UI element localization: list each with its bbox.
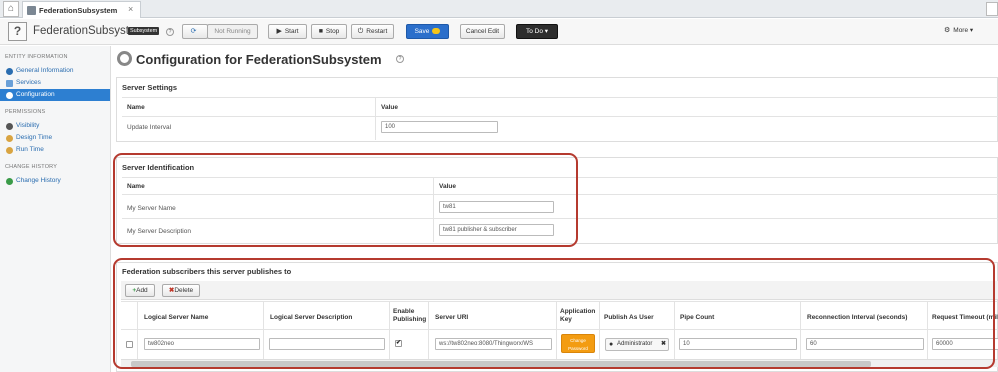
highlight-annotation — [113, 153, 578, 247]
state-indicator: Not Running — [207, 24, 258, 39]
sidebar-item-visibility[interactable]: Visibility — [0, 120, 110, 132]
restart-button[interactable]: ⏻ Restart — [351, 24, 394, 39]
gear-icon: ⚙ — [944, 27, 951, 34]
more-menu-button[interactable]: ⚙ More ▾ — [944, 24, 984, 39]
sidebar-item-label: General Information — [16, 67, 74, 74]
info-icon — [6, 68, 13, 75]
sidebar-item-services[interactable]: Services — [0, 77, 110, 89]
column-header-name: Name — [127, 104, 145, 111]
entity-info-header: ENTITY INFORMATION — [5, 54, 68, 60]
gear-icon — [117, 51, 132, 66]
tab-close-icon[interactable]: × — [128, 4, 133, 14]
divider — [122, 97, 998, 98]
divider — [122, 116, 998, 117]
todo-label: To Do — [525, 28, 543, 35]
help-icon[interactable]: ? — [396, 55, 404, 63]
save-label: Save — [414, 28, 430, 35]
help-icon[interactable]: ? — [166, 28, 174, 36]
update-interval-input[interactable]: 100 — [381, 121, 498, 133]
setting-name: Update Interval — [127, 124, 172, 131]
sidebar-item-label: Services — [16, 79, 41, 86]
sidebar-item-general-information[interactable]: General Information — [0, 65, 110, 77]
user-lock-icon — [6, 147, 13, 154]
column-header-value: Value — [381, 104, 398, 111]
entity-toolbar: ? FederationSubsystem Subsystem ? ⟳ Not … — [0, 19, 998, 45]
refresh-icon: ⟳ — [190, 28, 197, 35]
divider — [375, 98, 376, 140]
tab-federation-subsystem[interactable]: FederationSubsystem × — [22, 1, 141, 18]
comment-icon — [432, 28, 441, 35]
play-icon: ▶ — [276, 28, 282, 35]
stop-label: Stop — [325, 28, 340, 35]
cancel-edit-button[interactable]: Cancel Edit — [460, 24, 505, 39]
tab-label: FederationSubsystem — [39, 6, 118, 15]
stop-icon: ■ — [318, 28, 323, 35]
permissions-header: PERMISSIONS — [5, 109, 46, 115]
stop-button[interactable]: ■ Stop — [311, 24, 347, 39]
gear-icon — [6, 92, 13, 99]
start-label: Start — [284, 28, 299, 35]
sidebar-item-change-history[interactable]: Change History — [0, 175, 110, 187]
sidebar-item-label: Run Time — [16, 146, 44, 153]
power-icon: ⏻ — [357, 28, 364, 35]
entity-type-badge: Subsystem — [128, 27, 160, 35]
home-icon[interactable]: ⌂ — [3, 1, 19, 17]
history-icon — [6, 178, 13, 185]
start-button[interactable]: ▶ Start — [268, 24, 307, 39]
chevron-down-icon: ▾ — [969, 27, 974, 34]
user-lock-icon — [6, 135, 13, 142]
sidebar: ENTITY INFORMATION General Information S… — [0, 46, 111, 372]
sidebar-item-label: Design Time — [16, 134, 53, 141]
tab-bar: ⌂ FederationSubsystem × — [0, 0, 998, 18]
sidebar-item-label: Change History — [16, 177, 61, 184]
restart-label: Restart — [366, 28, 388, 35]
server-settings-panel: Server Settings Name Value Update Interv… — [116, 77, 998, 142]
services-icon — [6, 80, 13, 87]
change-history-header: CHANGE HISTORY — [5, 164, 58, 170]
sidebar-item-run-time[interactable]: Run Time — [0, 144, 110, 156]
tab-menu-button[interactable] — [986, 2, 998, 16]
save-button[interactable]: Save — [406, 24, 449, 39]
sidebar-item-configuration[interactable]: Configuration — [0, 89, 110, 101]
more-label: More — [953, 27, 969, 34]
panel-title: Server Settings — [122, 83, 178, 92]
page-title: Configuration for FederationSubsystem — [136, 52, 382, 67]
todo-button[interactable]: To Do ▾ — [516, 24, 558, 39]
sidebar-item-label: Visibility — [16, 122, 40, 129]
refresh-button[interactable]: ⟳ — [182, 24, 208, 39]
subsystem-icon: ? — [8, 22, 27, 41]
highlight-annotation — [113, 258, 995, 369]
chevron-down-icon: ▾ — [544, 28, 549, 35]
subsystem-tab-icon — [27, 6, 36, 15]
visibility-icon — [6, 123, 13, 130]
sidebar-item-design-time[interactable]: Design Time — [0, 132, 110, 144]
sidebar-item-label: Configuration — [16, 91, 55, 98]
